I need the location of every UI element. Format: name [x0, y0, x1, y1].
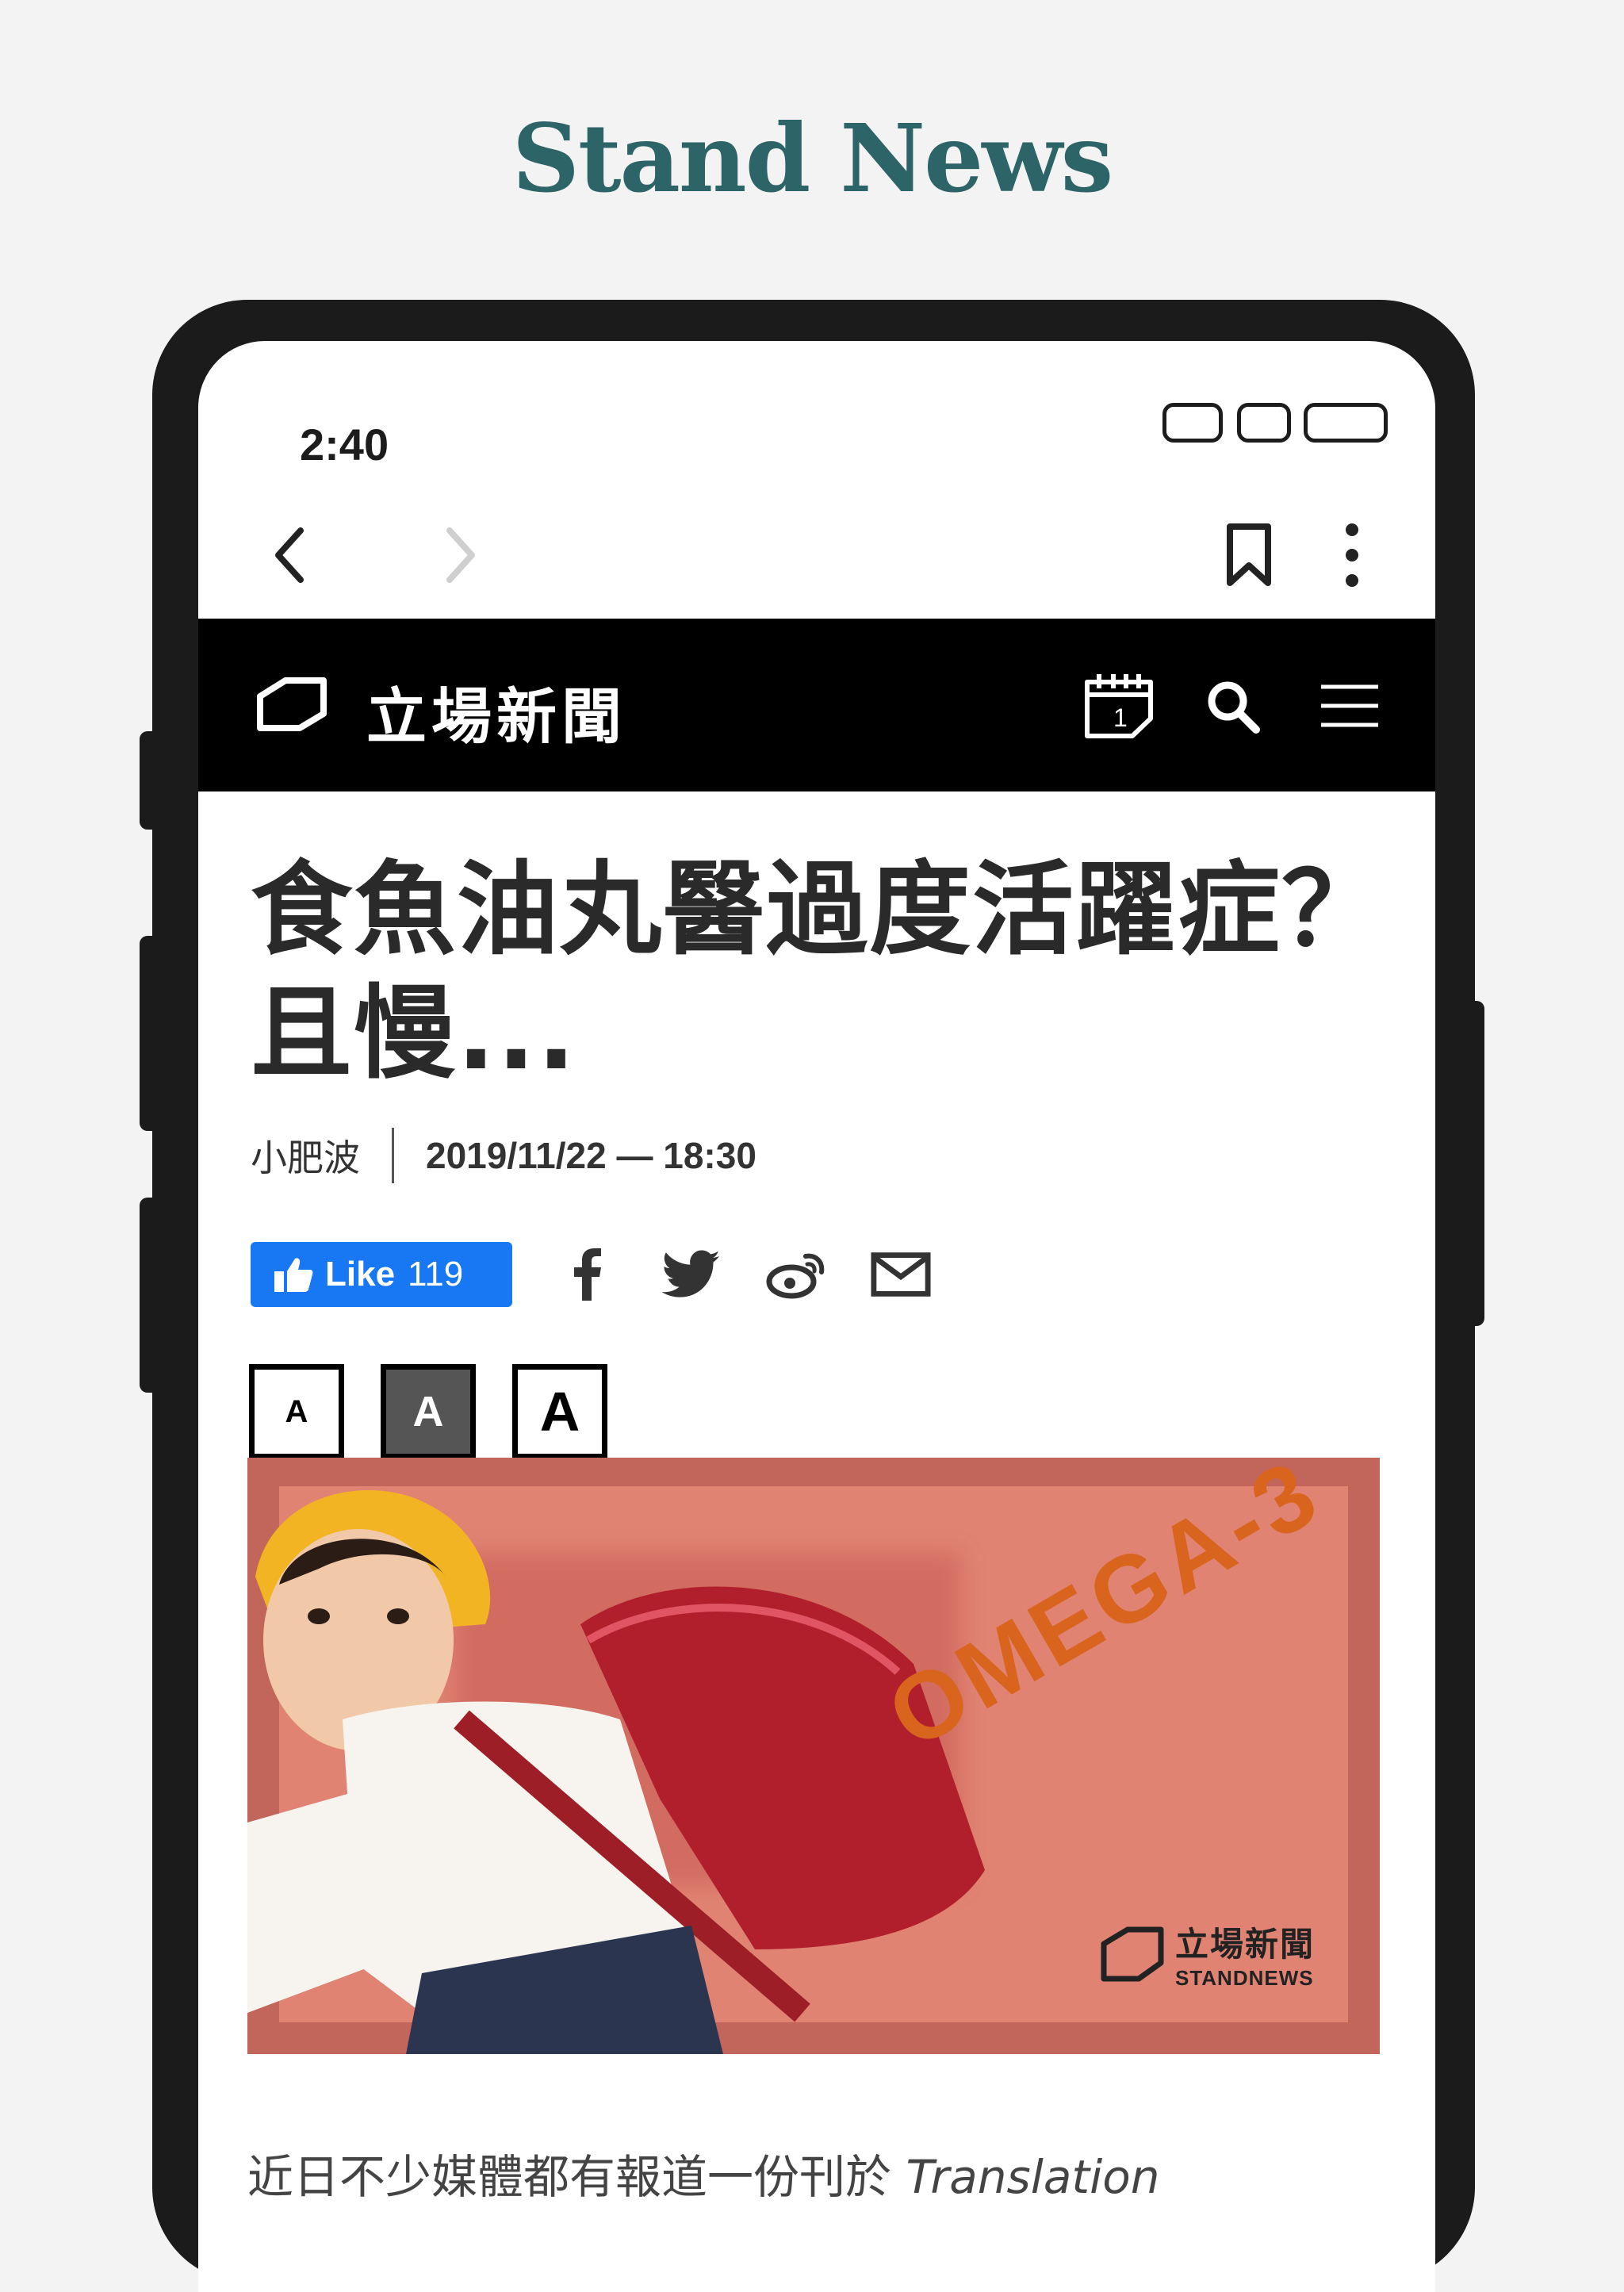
- site-logo-icon[interactable]: [255, 676, 328, 733]
- calendar-day: 1: [1113, 703, 1128, 732]
- share-facebook-button[interactable]: [557, 1244, 617, 1305]
- menu-button[interactable]: [1320, 680, 1380, 731]
- article-body-italic: Translation: [906, 2150, 1160, 2204]
- font-size-small-button[interactable]: A: [249, 1364, 344, 1459]
- search-button[interactable]: [1205, 679, 1261, 734]
- stand-news-logo-icon: [1101, 1926, 1164, 1982]
- app-title: Stand News: [511, 103, 1114, 213]
- bookmark-icon: [1227, 523, 1271, 586]
- weibo-icon: [766, 1253, 825, 1299]
- calendar-icon: 1: [1085, 674, 1153, 738]
- share-twitter-button[interactable]: [661, 1244, 722, 1305]
- more-options-button[interactable]: [1316, 508, 1388, 603]
- facebook-like-button[interactable]: Like 119: [251, 1242, 512, 1307]
- browser-nav-bar: [198, 508, 1435, 619]
- meta-divider: [392, 1128, 394, 1183]
- article-author[interactable]: 小肥波: [251, 1129, 360, 1182]
- status-indicator-1: [1162, 403, 1223, 443]
- thumbs-up-icon: [274, 1258, 313, 1292]
- back-button[interactable]: [246, 508, 333, 603]
- share-row: Like 119: [251, 1242, 931, 1307]
- article-headline: 食魚油丸醫過度活躍症？且慢...: [251, 851, 1385, 1093]
- site-name[interactable]: 立場新聞: [366, 668, 626, 755]
- phone-screen: 2:40 立場新聞 1 食魚油丸醫過度活躍症？且慢... 小肥波 2019/11…: [198, 341, 1435, 2292]
- forward-button[interactable]: [417, 508, 504, 603]
- like-count: 119: [408, 1255, 464, 1294]
- hero-logo-en: STANDNEWS: [1174, 1966, 1314, 1990]
- status-indicator-3: [1304, 403, 1388, 443]
- bookmark-button[interactable]: [1205, 508, 1293, 603]
- font-size-medium-button[interactable]: A: [381, 1364, 476, 1459]
- font-size-large-button[interactable]: A: [512, 1364, 607, 1459]
- chevron-right-icon: [446, 527, 475, 583]
- share-email-button[interactable]: [871, 1244, 931, 1305]
- article-hero-image: OMEGA-3 立場新聞 STANDNEWS: [247, 1458, 1380, 2054]
- email-icon: [871, 1252, 931, 1297]
- calendar-button[interactable]: 1: [1083, 671, 1155, 739]
- hamburger-menu-icon: [1321, 684, 1378, 727]
- share-weibo-button[interactable]: [766, 1244, 826, 1305]
- more-vertical-icon: [1346, 523, 1358, 587]
- hero-watermark-logo: 立場新聞 STANDNEWS: [1101, 1918, 1315, 1991]
- article-datetime: 2019/11/22 — 18:30: [426, 1135, 756, 1176]
- article-body-text: 近日不少媒體都有報道一份刊於: [247, 2150, 892, 2204]
- article-body-paragraph: 近日不少媒體都有報道一份刊於 Translation: [247, 2140, 1160, 2206]
- facebook-icon: [574, 1248, 601, 1301]
- phone-frame: 2:40 立場新聞 1 食魚油丸醫過度活躍症？且慢... 小肥波 2019/11…: [152, 300, 1475, 2292]
- like-label: Like: [325, 1255, 396, 1294]
- chevron-left-icon: [275, 527, 304, 583]
- font-size-controls: A A A: [249, 1364, 644, 1459]
- article-meta: 小肥波 2019/11/22 — 18:30: [251, 1128, 756, 1183]
- status-indicator-2: [1237, 403, 1291, 443]
- search-icon: [1208, 681, 1260, 734]
- site-header: 立場新聞 1: [198, 619, 1435, 791]
- status-time: 2:40: [300, 420, 389, 470]
- twitter-icon: [662, 1250, 720, 1297]
- hero-logo-zh: 立場新聞: [1174, 1925, 1315, 1964]
